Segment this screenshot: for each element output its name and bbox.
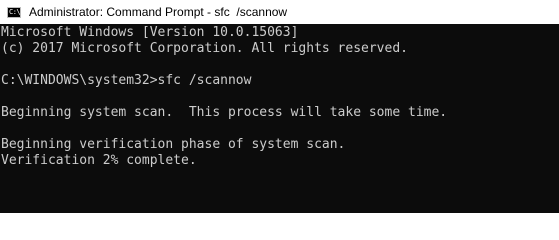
console-line-verification-phase: Beginning verification phase of system s… — [1, 137, 346, 152]
cmd-icon-glyph: C:\ — [9, 7, 21, 16]
title-bar[interactable]: C:\ Administrator: Command Prompt - sfc … — [0, 0, 559, 24]
cmd-icon[interactable]: C:\ — [7, 6, 21, 18]
console-line-version: Microsoft Windows [Version 10.0.15063] — [1, 25, 299, 40]
console-output[interactable]: Microsoft Windows [Version 10.0.15063] (… — [0, 24, 559, 213]
console-line-command: C:\WINDOWS\system32>sfc /scannow — [1, 73, 252, 88]
console-line-copyright: (c) 2017 Microsoft Corporation. All righ… — [1, 41, 408, 56]
console-line-scan-start: Beginning system scan. This process will… — [1, 105, 448, 120]
command-prompt-window: C:\ Administrator: Command Prompt - sfc … — [0, 0, 559, 213]
window-title: Administrator: Command Prompt - sfc /sca… — [29, 5, 288, 19]
console-line-verification-progress: Verification 2% complete. — [1, 153, 197, 168]
